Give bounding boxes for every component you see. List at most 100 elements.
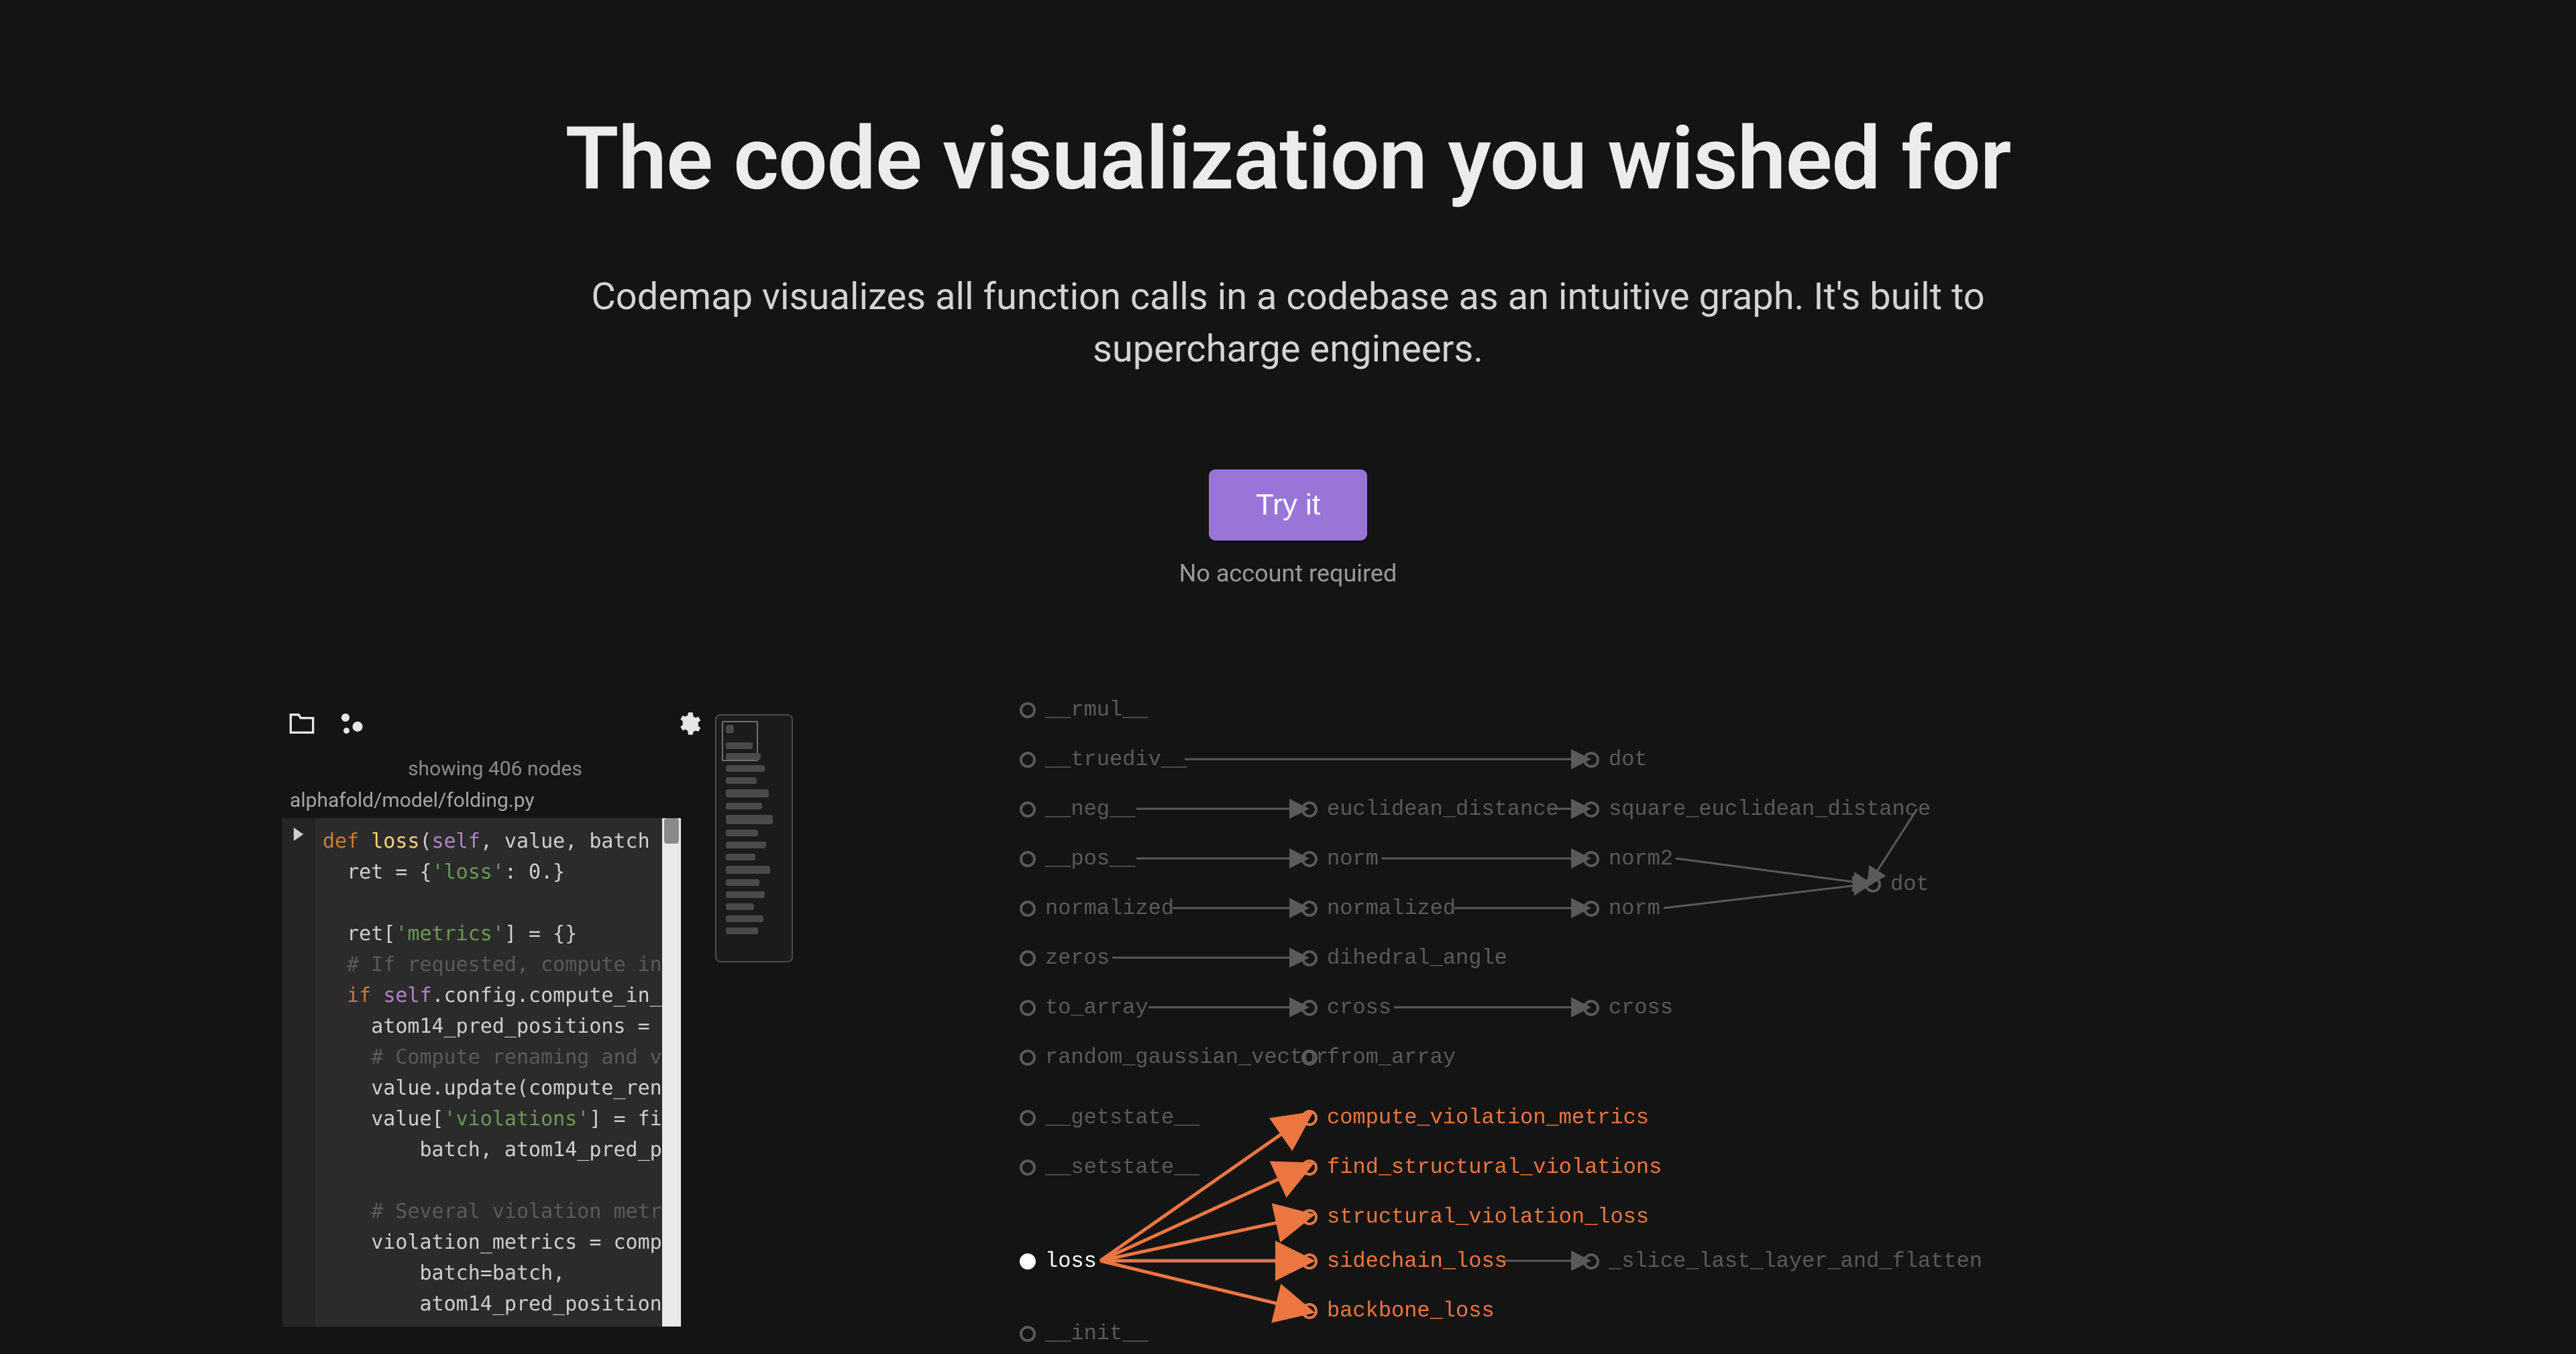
node-ring-icon — [1020, 702, 1036, 718]
node-ring-icon — [1583, 851, 1599, 867]
graph-node[interactable]: norm2 — [1583, 846, 1673, 871]
graph-node[interactable]: norm — [1301, 846, 1379, 871]
graph-node[interactable]: dot — [1865, 872, 1929, 897]
graph-node[interactable]: norm — [1583, 896, 1660, 921]
node-ring-icon — [1301, 1050, 1318, 1066]
graph-node[interactable]: normalized — [1020, 896, 1174, 921]
graph-node[interactable]: find_structural_violations — [1301, 1155, 1662, 1180]
node-label: dot — [1890, 872, 1929, 897]
node-label: normalized — [1327, 896, 1456, 921]
node-label: norm2 — [1609, 846, 1673, 871]
node-label: _slice_last_layer_and_flatten — [1609, 1249, 1982, 1274]
node-ring-icon — [1020, 1050, 1036, 1066]
graph-node[interactable]: normalized — [1301, 896, 1456, 921]
node-label: square_euclidean_distance — [1609, 797, 1931, 822]
node-ring-icon — [1583, 1253, 1599, 1270]
node-ring-icon — [1583, 752, 1599, 768]
file-path: alphafold/model/folding.py — [290, 789, 708, 812]
graph-node[interactable]: cross — [1583, 995, 1673, 1020]
collapse-arrow-icon[interactable] — [293, 828, 304, 844]
node-label: euclidean_distance — [1327, 797, 1559, 822]
call-graph[interactable]: __rmul__ __truediv__ __neg__ __pos__normali… — [1020, 697, 2496, 1354]
node-label: __setstate__ — [1045, 1155, 1199, 1180]
node-ring-icon — [1020, 851, 1036, 867]
cta-note: No account required — [0, 559, 2576, 587]
graph-node[interactable]: euclidean_distance — [1301, 797, 1559, 822]
node-ring-icon — [1020, 1110, 1036, 1126]
node-ring-icon — [1020, 901, 1036, 917]
page-title: The code visualization you wished for — [0, 107, 2576, 210]
node-ring-icon — [1020, 801, 1036, 817]
node-label: __rmul__ — [1045, 697, 1148, 722]
graph-node[interactable]: square_euclidean_distance — [1583, 797, 1931, 822]
gear-icon[interactable] — [675, 710, 702, 740]
node-label: backbone_loss — [1327, 1298, 1495, 1323]
node-ring-icon — [1865, 877, 1881, 893]
node-ring-icon — [1301, 1000, 1318, 1016]
graph-node[interactable]: dihedral_angle — [1301, 946, 1507, 970]
node-ring-icon — [1301, 901, 1318, 917]
node-label: __pos__ — [1045, 846, 1135, 871]
node-label: norm — [1327, 846, 1379, 871]
code-panel[interactable]: def loss(self, value, batch ret = {'loss… — [282, 817, 682, 1327]
graph-node[interactable]: random_gaussian_vector — [1020, 1045, 1328, 1070]
graph-node[interactable]: to_array — [1020, 995, 1148, 1020]
graph-node[interactable]: dot — [1583, 747, 1648, 772]
graph-node[interactable]: __pos__ — [1020, 846, 1135, 871]
graph-node[interactable]: __truediv__ — [1020, 747, 1187, 772]
node-ring-icon — [1583, 1000, 1599, 1016]
graph-node[interactable]: compute_violation_metrics — [1301, 1105, 1649, 1130]
graph-node[interactable]: __init__ — [1020, 1321, 1148, 1346]
node-ring-icon — [1301, 950, 1318, 966]
node-ring-icon — [1301, 851, 1318, 867]
vertical-scrollbar[interactable] — [662, 818, 681, 1327]
node-ring-icon — [1020, 1160, 1036, 1176]
node-label: normalized — [1045, 896, 1174, 921]
node-label: __getstate__ — [1045, 1105, 1199, 1130]
node-ring-icon — [1020, 1253, 1036, 1270]
node-label: structural_violation_loss — [1327, 1204, 1649, 1229]
demo-toolbar — [282, 708, 708, 745]
node-label: dihedral_angle — [1327, 946, 1507, 970]
node-label: zeros — [1045, 946, 1110, 970]
graph-node[interactable]: __getstate__ — [1020, 1105, 1199, 1130]
minimap[interactable] — [715, 714, 793, 962]
node-ring-icon — [1020, 950, 1036, 966]
node-ring-icon — [1301, 801, 1318, 817]
node-label: cross — [1609, 995, 1673, 1020]
node-label: dot — [1609, 747, 1648, 772]
page-subtitle: Codemap visualizes all function calls in… — [483, 270, 2093, 376]
node-ring-icon — [1301, 1110, 1318, 1126]
scrollbar-thumb[interactable] — [664, 818, 679, 844]
node-ring-icon — [1301, 1303, 1318, 1319]
code-gutter — [282, 818, 315, 1327]
graph-node[interactable]: zeros — [1020, 946, 1110, 970]
node-label: __neg__ — [1045, 797, 1135, 822]
graph-node[interactable]: __rmul__ — [1020, 697, 1148, 722]
graph-node[interactable]: cross — [1301, 995, 1391, 1020]
node-label: find_structural_violations — [1327, 1155, 1662, 1180]
node-ring-icon — [1583, 801, 1599, 817]
node-ring-icon — [1020, 1326, 1036, 1342]
node-count-label: showing 406 nodes — [282, 757, 708, 781]
node-label: norm — [1609, 896, 1660, 921]
node-ring-icon — [1583, 901, 1599, 917]
node-label: random_gaussian_vector — [1045, 1045, 1328, 1070]
node-ring-icon — [1301, 1253, 1318, 1270]
graph-node[interactable]: _slice_last_layer_and_flatten — [1583, 1249, 1982, 1274]
code-source: def loss(self, value, batch ret = {'loss… — [323, 826, 662, 1320]
graph-node[interactable]: structural_violation_loss — [1301, 1204, 1649, 1229]
graph-icon[interactable] — [339, 712, 364, 738]
node-label: cross — [1327, 995, 1391, 1020]
graph-node[interactable]: sidechain_loss — [1301, 1249, 1507, 1274]
graph-node[interactable]: __setstate__ — [1020, 1155, 1199, 1180]
graph-node[interactable]: from_array — [1301, 1045, 1456, 1070]
node-ring-icon — [1301, 1160, 1318, 1176]
graph-node[interactable]: loss — [1020, 1249, 1097, 1274]
node-label: compute_violation_metrics — [1327, 1105, 1649, 1130]
try-it-button[interactable]: Try it — [1209, 469, 1367, 541]
graph-node[interactable]: backbone_loss — [1301, 1298, 1495, 1323]
graph-node[interactable]: __neg__ — [1020, 797, 1135, 822]
node-ring-icon — [1301, 1209, 1318, 1225]
folder-icon[interactable] — [288, 712, 315, 738]
